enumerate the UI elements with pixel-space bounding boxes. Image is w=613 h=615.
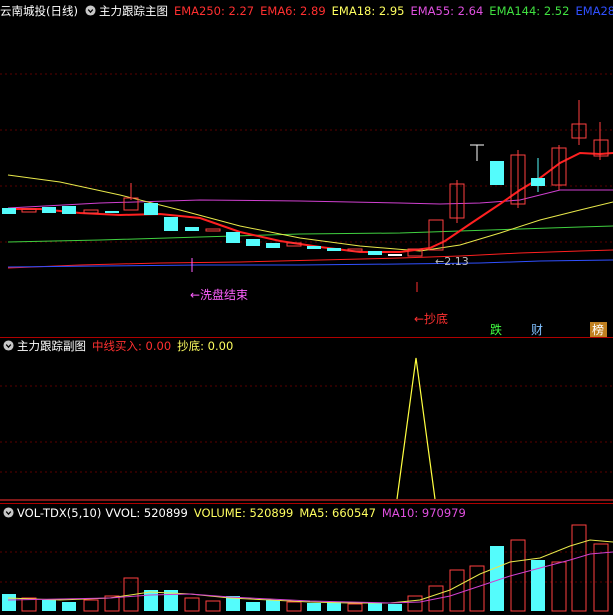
volume-bar xyxy=(593,543,609,612)
volume-panel[interactable] xyxy=(0,522,613,615)
candle xyxy=(226,232,240,243)
volume-bar xyxy=(286,601,302,612)
washout-end-label: ←洗盘结束 xyxy=(190,287,248,302)
volume-bar xyxy=(571,524,587,612)
volume-bar xyxy=(449,569,465,612)
tag-finance[interactable]: 财 xyxy=(531,323,543,337)
candle xyxy=(21,208,37,213)
volume-bar xyxy=(347,603,363,612)
sub-panel-header: 主力跟踪副图 中线买入: 0.00 抄底: 0.00 xyxy=(0,337,613,355)
volume-bar xyxy=(246,602,260,611)
candle xyxy=(246,239,260,246)
candle xyxy=(388,254,402,256)
ema6-value: EMA6: 2.89 xyxy=(260,4,326,18)
volume-bar xyxy=(205,600,221,612)
candle xyxy=(531,178,545,186)
ema250-value: EMA250: 2.27 xyxy=(173,4,255,18)
candlesticks xyxy=(2,100,609,257)
candle xyxy=(105,211,119,213)
ema288-value: EMA288: 2. xyxy=(575,4,613,18)
candle xyxy=(205,228,221,232)
volume-bar xyxy=(144,590,158,611)
candle xyxy=(164,217,178,231)
candle xyxy=(368,251,382,255)
main-chart-panel[interactable]: ←2.13 ←洗盘结束 ←抄底 跌 财 榜 xyxy=(0,20,613,338)
volume-bar xyxy=(368,603,382,611)
vol-ma5-line xyxy=(7,539,613,604)
ma10-value: MA10: 970979 xyxy=(381,506,466,520)
vol-ma10-line xyxy=(7,551,613,604)
volume-bar xyxy=(407,595,423,612)
gear-icon[interactable] xyxy=(85,5,96,16)
candle xyxy=(62,206,76,214)
candle xyxy=(266,243,280,248)
volume-bar xyxy=(42,600,56,611)
main-indicator-title[interactable]: 主力跟踪主图 xyxy=(99,4,168,18)
main-panel-header: 云南城投(日线) 主力跟踪主图 EMA250: 2.27 EMA6: 2.89 EMA1… xyxy=(0,2,613,20)
sub-indicator-title[interactable]: 主力跟踪副图 xyxy=(17,339,86,353)
stock-chart-window: 云南城投(日线) 主力跟踪主图 EMA250: 2.27 EMA6: 2.89 EMA1… xyxy=(0,0,613,615)
sub-gridlines xyxy=(0,385,613,473)
signal-line xyxy=(396,357,436,500)
volume-bar xyxy=(62,602,76,611)
tag-fall[interactable]: 跌 xyxy=(490,322,502,337)
bottom-fishing-value: 抄底: 0.00 xyxy=(177,339,234,353)
vol-gridlines xyxy=(0,551,613,583)
volume-bar xyxy=(551,561,567,612)
volume-bar xyxy=(83,599,99,612)
candle xyxy=(83,209,99,214)
sub-chart-panel[interactable] xyxy=(0,356,613,504)
volume-bar xyxy=(266,600,280,611)
volume-bar xyxy=(388,604,402,611)
ema288-line xyxy=(7,259,613,268)
volume-bar xyxy=(2,594,16,611)
stock-name: 云南城投(日线) xyxy=(0,4,78,18)
main-gridlines xyxy=(0,73,613,243)
candle xyxy=(490,161,504,185)
candle xyxy=(144,203,158,215)
candle xyxy=(42,207,56,213)
ema18-value: EMA18: 2.95 xyxy=(331,4,405,18)
candle xyxy=(2,208,16,214)
candle xyxy=(185,227,199,231)
ema55-value: EMA55: 2.64 xyxy=(410,4,484,18)
tag-list[interactable]: 榜 xyxy=(592,322,604,337)
mid-buy-value: 中线买入: 0.00 xyxy=(92,339,172,353)
volume-value: VOLUME: 520899 xyxy=(193,506,294,520)
vvol-value: VVOL: 520899 xyxy=(105,506,188,520)
ma5-value: MA5: 660547 xyxy=(299,506,376,520)
volume-bar xyxy=(307,603,321,611)
ema55-line xyxy=(7,189,613,209)
candle xyxy=(307,246,321,249)
vol-panel-header: VOL-TDX(5,10) VVOL: 520899 VOLUME: 520899 M… xyxy=(0,504,613,522)
volume-bar xyxy=(184,597,200,612)
bottom-fishing-label: ←抄底 xyxy=(414,311,448,326)
volume-bar xyxy=(327,602,341,611)
vol-indicator-title[interactable]: VOL-TDX(5,10) xyxy=(17,506,101,520)
candle xyxy=(327,248,341,251)
ema6-line xyxy=(8,151,613,253)
ema144-value: EMA144: 2.52 xyxy=(489,4,570,18)
gear-icon[interactable] xyxy=(3,340,14,351)
gear-icon[interactable] xyxy=(3,507,14,518)
info-tags[interactable]: 跌 财 榜 xyxy=(490,322,607,337)
low-price-label: ←2.13 xyxy=(435,255,469,268)
